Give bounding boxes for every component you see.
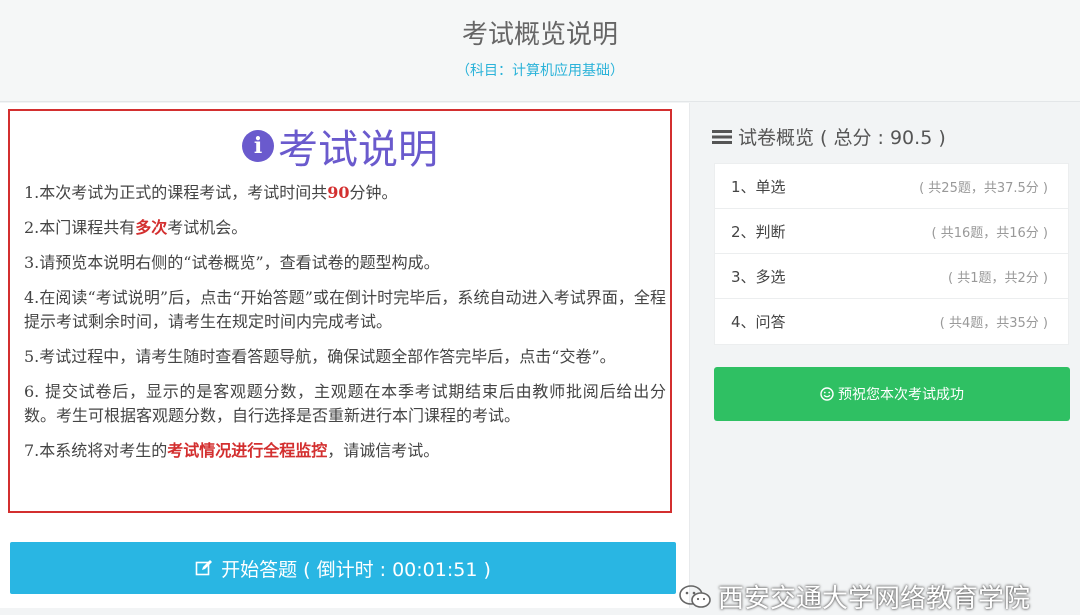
page-title: 考试概览说明 bbox=[461, 20, 618, 50]
list-icon bbox=[712, 129, 732, 144]
overview-title: 试卷概览 ( 总分 : 90.5 ) bbox=[738, 127, 946, 149]
instructions-heading: i 考试说明 bbox=[10, 117, 670, 175]
overview-heading: 试卷概览 ( 总分 : 90.5 ) bbox=[712, 123, 946, 150]
rule-item: 2.本门课程共有多次考试机会。 bbox=[24, 218, 248, 237]
question-type-list: 1、单选 ( 共25题，共37.5分 ) 2、判断 ( 共16题，共16分 ) … bbox=[714, 163, 1069, 345]
start-exam-label: 开始答题 ( 倒计时 : 00:01:51 ) bbox=[221, 558, 491, 581]
rule-item: 4.在阅读“考试说明”后，点击“开始答题”或在倒计时完毕后，系统自动进入考试界面… bbox=[24, 288, 666, 331]
subject-subtitle: （科目：计算机应用基础） bbox=[456, 63, 624, 79]
question-type-row: 4、问答 ( 共4题，共35分 ) bbox=[715, 299, 1068, 344]
question-type-detail: ( 共4题，共35分 ) bbox=[939, 316, 1048, 331]
rule-highlight: 多次 bbox=[135, 218, 168, 237]
exam-instructions-panel: i 考试说明 1.本次考试为正式的课程考试，考试时间共90分钟。 2.本门课程共… bbox=[0, 103, 690, 608]
info-circle-icon: i bbox=[242, 130, 274, 162]
question-type-name: 1、单选 bbox=[731, 177, 786, 196]
smile-icon bbox=[820, 387, 834, 401]
question-type-detail: ( 共16题，共16分 ) bbox=[931, 225, 1049, 241]
rules-list: 1.本次考试为正式的课程考试，考试时间共90分钟。 2.本门课程共有多次考试机会… bbox=[24, 181, 666, 474]
rule-highlight: 90 bbox=[327, 183, 350, 202]
start-exam-button[interactable]: 开始答题 ( 倒计时 : 00:01:51 ) bbox=[10, 542, 676, 594]
watermark-text: 西安交通大学网络教育学院 bbox=[718, 584, 1031, 614]
question-type-name: 2、判断 bbox=[731, 222, 786, 241]
exam-instructions-box: i 考试说明 1.本次考试为正式的课程考试，考试时间共90分钟。 2.本门课程共… bbox=[8, 109, 672, 513]
watermark: 西安交通大学网络教育学院 bbox=[678, 578, 1030, 615]
question-type-row: 3、多选 ( 共1题，共2分 ) bbox=[715, 254, 1068, 299]
rule-item: 5.考试过程中，请考生随时查看答题导航，确保试题全部作答完毕后，点击“交卷”。 bbox=[24, 347, 616, 366]
instructions-title: 考试说明 bbox=[278, 127, 438, 173]
rule-item: 3.请预览本说明右侧的“试卷概览”，查看试卷的题型构成。 bbox=[24, 253, 440, 272]
paper-overview-panel: 试卷概览 ( 总分 : 90.5 ) 1、单选 ( 共25题，共37.5分 ) … bbox=[700, 103, 1080, 608]
edit-icon bbox=[195, 560, 213, 576]
good-luck-label: 预祝您本次考试成功 bbox=[838, 387, 964, 403]
rule-item: 1.本次考试为正式的课程考试，考试时间共90分钟。 bbox=[24, 183, 398, 202]
question-type-row: 1、单选 ( 共25题，共37.5分 ) bbox=[715, 164, 1068, 209]
question-type-detail: ( 共1题，共2分 ) bbox=[948, 270, 1048, 286]
rule-item: 6. 提交试卷后，显示的是客观题分数，主观题在本季考试期结束后由教师批阅后给出分… bbox=[24, 382, 666, 425]
question-type-name: 3、多选 bbox=[731, 267, 786, 286]
page-header: 考试概览说明 （科目：计算机应用基础） bbox=[0, 0, 1080, 102]
question-type-name: 4、问答 bbox=[731, 313, 786, 331]
question-type-row: 2、判断 ( 共16题，共16分 ) bbox=[715, 209, 1068, 254]
rule-highlight: 考试情况进行全程监控 bbox=[167, 441, 328, 460]
rule-item: 7.本系统将对考生的考试情况进行全程监控，请诚信考试。 bbox=[24, 441, 440, 460]
question-type-detail: ( 共25题，共37.5分 ) bbox=[919, 180, 1048, 196]
wechat-icon bbox=[679, 584, 711, 608]
good-luck-button[interactable]: 预祝您本次考试成功 bbox=[714, 367, 1070, 421]
